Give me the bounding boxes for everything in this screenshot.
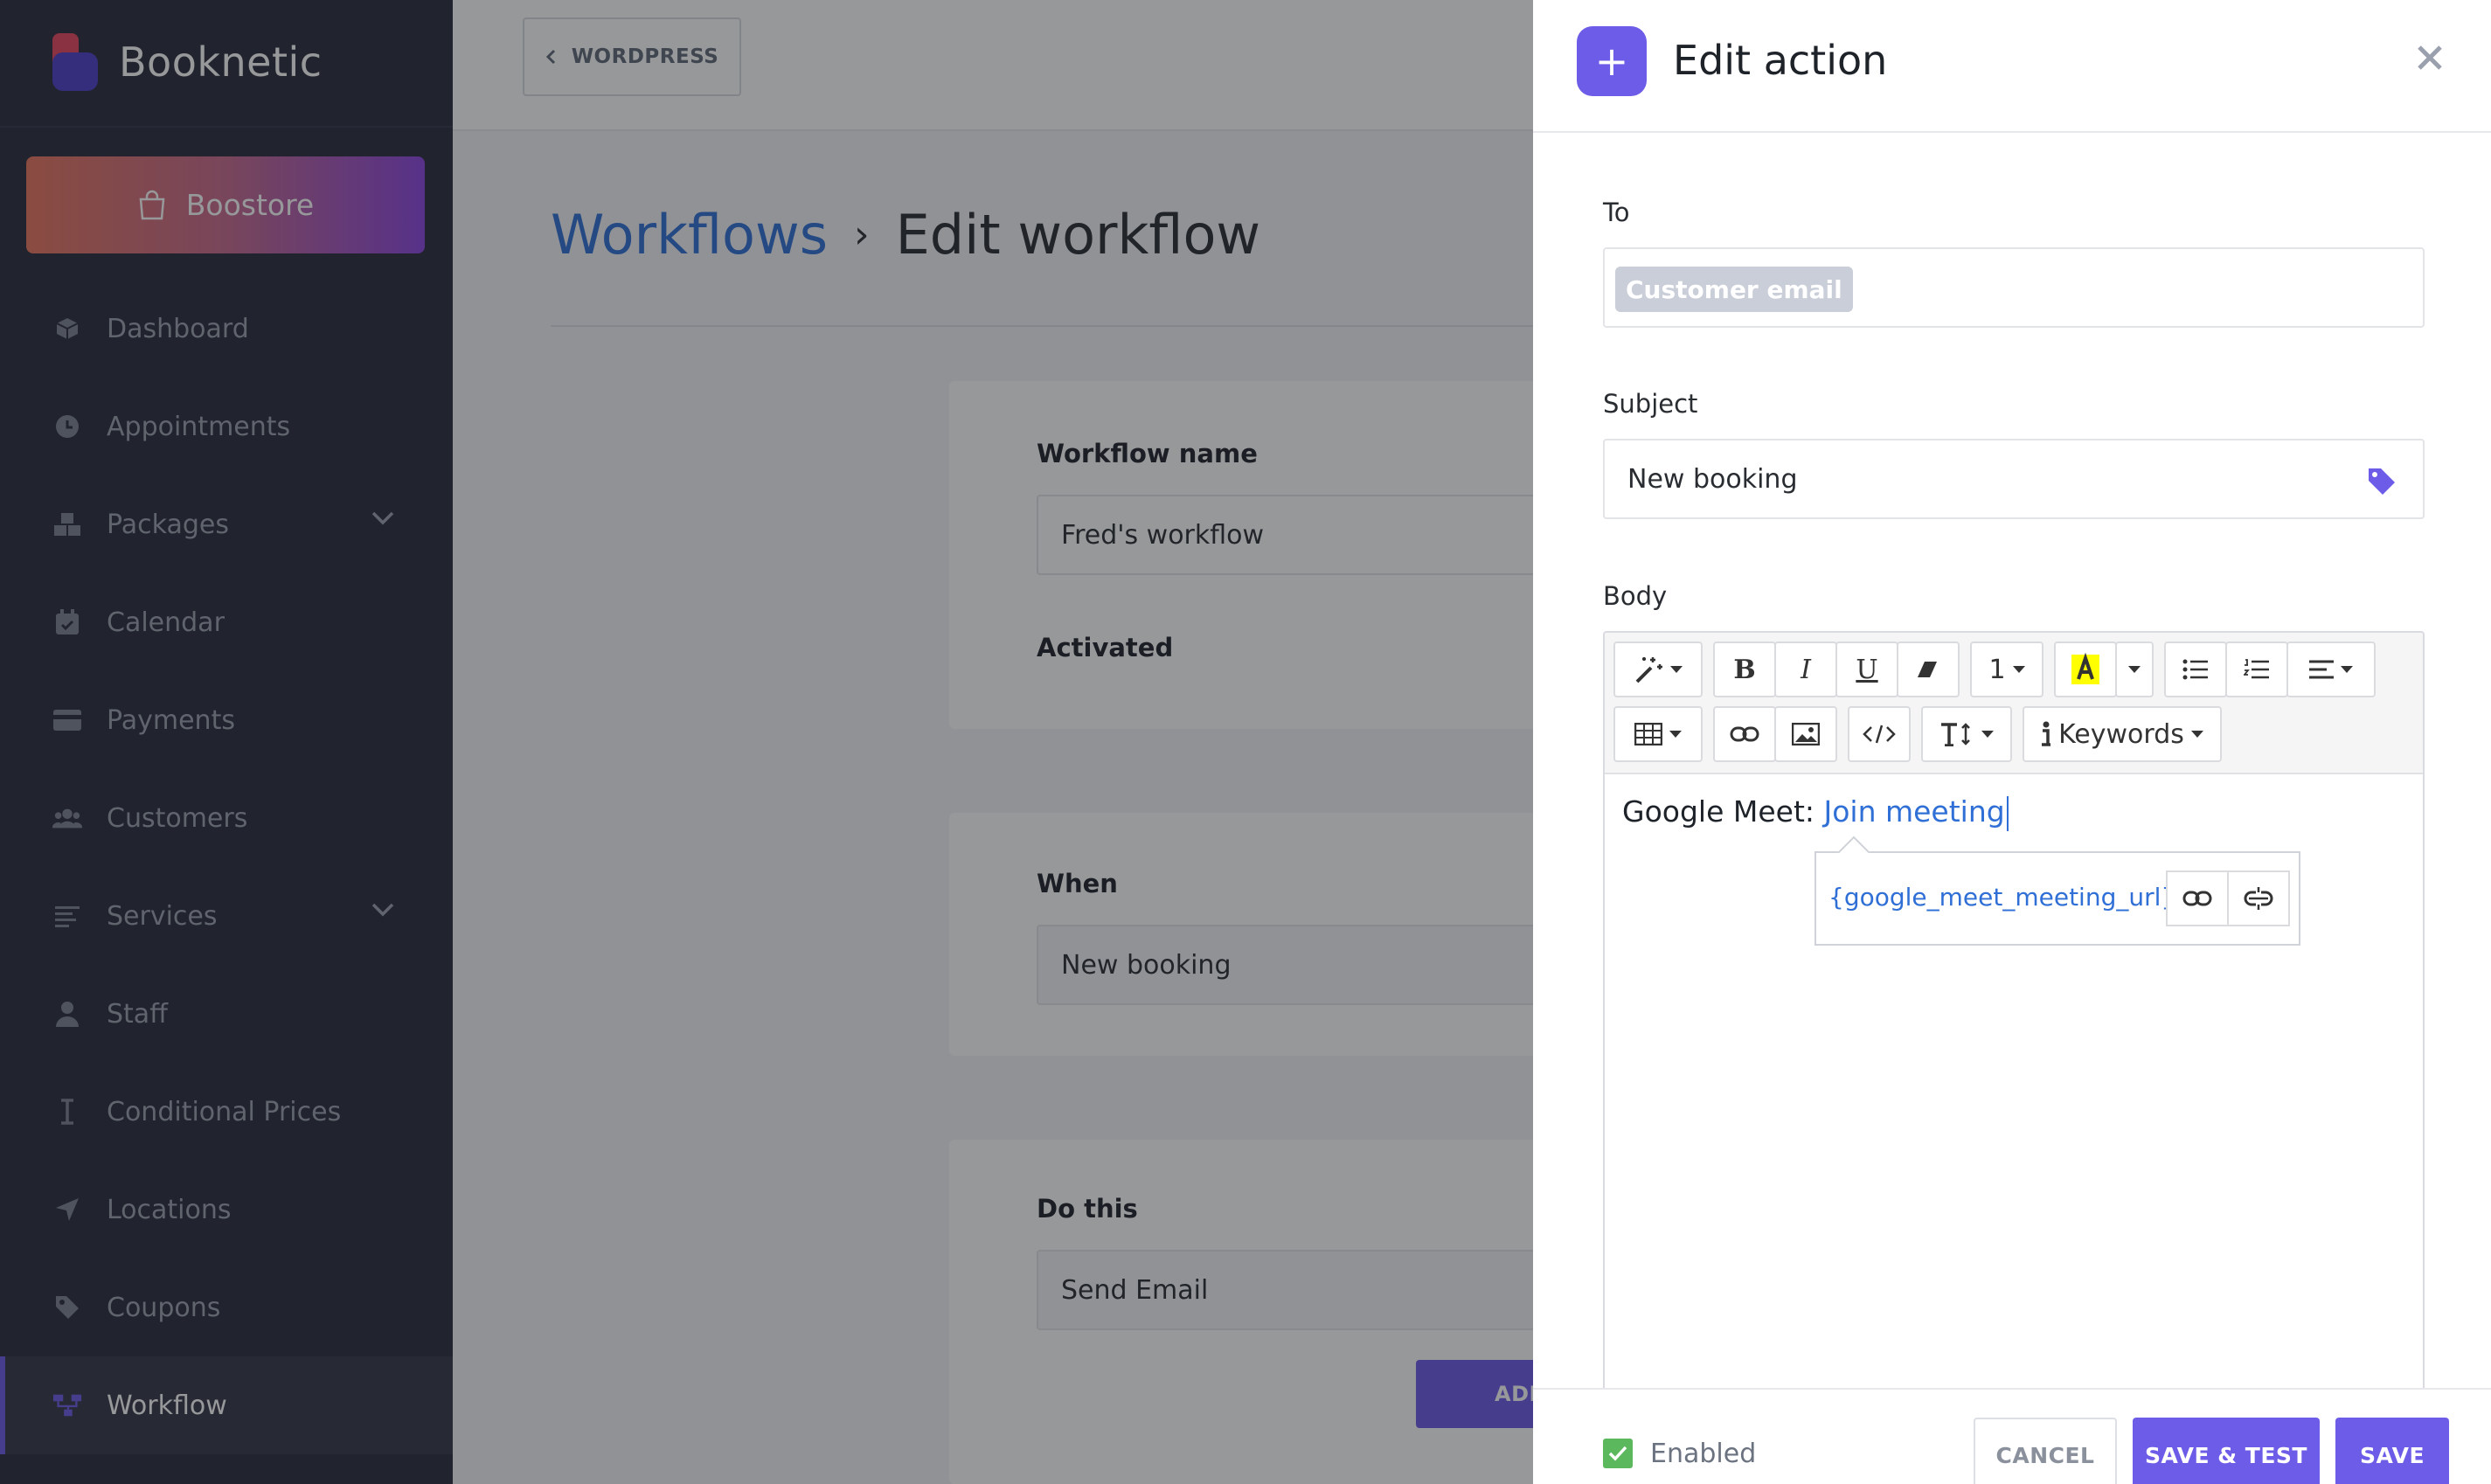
info-icon xyxy=(2042,721,2051,746)
paragraph-align-dropdown[interactable] xyxy=(2286,641,2376,697)
text-cursor xyxy=(2006,795,2009,831)
enabled-label: Enabled xyxy=(1650,1439,1757,1469)
bullet-list-button[interactable] xyxy=(2164,641,2227,697)
subject-input[interactable]: New booking xyxy=(1603,439,2425,519)
panel-header: + Edit action xyxy=(1533,0,2491,133)
enabled-checkbox[interactable] xyxy=(1603,1439,1633,1468)
unlink-button[interactable] xyxy=(2227,870,2290,926)
save-button[interactable]: SAVE xyxy=(2335,1418,2449,1484)
insert-link-button[interactable] xyxy=(1713,706,1776,762)
cancel-button[interactable]: CANCEL xyxy=(1974,1418,2117,1484)
link-url[interactable]: {google_meet_meeting_url} xyxy=(1828,883,2176,912)
panel-title: Edit action xyxy=(1673,37,1888,84)
body-text-prefix: Google Meet: xyxy=(1622,794,1824,829)
edit-action-panel: + Edit action To Customer email Subject … xyxy=(1533,0,2491,1484)
editor-toolbar: B I U 1 Keywords xyxy=(1605,633,2423,774)
code-icon xyxy=(1863,725,1896,744)
caret-down-icon xyxy=(1670,666,1683,673)
text-highlight-icon xyxy=(2071,653,2099,684)
code-view-button[interactable] xyxy=(1848,706,1911,762)
table-icon xyxy=(1634,723,1662,745)
plus-icon: + xyxy=(1577,26,1647,96)
body-rich-text-editor: B I U 1 Keywords Google Meet: Join meeti… xyxy=(1603,631,2425,1484)
modal-backdrop[interactable] xyxy=(0,0,1533,1484)
unlink-icon xyxy=(2244,887,2273,910)
underline-button[interactable]: U xyxy=(1835,641,1898,697)
body-link[interactable]: Join meeting xyxy=(1823,794,2004,829)
keywords-dropdown[interactable]: Keywords xyxy=(2023,706,2222,762)
link-popover: {google_meet_meeting_url} xyxy=(1814,851,2300,946)
style-magic-button[interactable] xyxy=(1613,641,1703,697)
subject-value: New booking xyxy=(1627,464,1798,495)
to-field[interactable]: Customer email xyxy=(1603,247,2425,328)
caret-down-icon xyxy=(2128,666,2141,673)
keywords-label: Keywords xyxy=(2058,718,2184,750)
editor-content[interactable]: Google Meet: Join meeting xyxy=(1622,794,2009,831)
caret-down-icon xyxy=(2341,666,2353,673)
eraser-icon xyxy=(1918,662,1937,677)
to-label: To xyxy=(1603,198,1630,227)
line-height-dropdown[interactable] xyxy=(1921,706,2012,762)
clear-format-button[interactable] xyxy=(1897,641,1960,697)
edit-link-button[interactable] xyxy=(2166,870,2229,926)
bold-button[interactable]: B xyxy=(1713,641,1776,697)
keyword-tag-icon[interactable] xyxy=(2367,467,2397,496)
unordered-list-icon xyxy=(2182,659,2208,680)
numbered-list-button[interactable] xyxy=(2225,641,2288,697)
italic-button[interactable]: I xyxy=(1774,641,1837,697)
link-icon xyxy=(1730,726,1759,742)
link-icon xyxy=(2182,891,2212,906)
caret-down-icon xyxy=(2190,731,2203,738)
check-icon xyxy=(1608,1446,1627,1461)
font-size-dropdown[interactable]: 1 xyxy=(1970,641,2043,697)
ordered-list-icon xyxy=(2244,659,2269,679)
font-size-value: 1 xyxy=(1988,654,2006,685)
highlight-color-dropdown[interactable] xyxy=(2115,641,2154,697)
caret-down-icon xyxy=(2012,666,2025,673)
table-button[interactable] xyxy=(1613,706,1703,762)
body-label: Body xyxy=(1603,581,1668,611)
save-and-test-button[interactable]: SAVE & TEST xyxy=(2133,1418,2320,1484)
recipient-chip[interactable]: Customer email xyxy=(1615,267,1853,312)
align-left-icon xyxy=(2309,660,2334,679)
close-icon[interactable] xyxy=(2412,40,2447,75)
insert-image-button[interactable] xyxy=(1774,706,1837,762)
text-height-icon xyxy=(1941,723,1970,746)
panel-footer: Enabled CANCEL SAVE & TEST SAVE xyxy=(1533,1388,2491,1484)
highlight-color-button[interactable] xyxy=(2054,641,2117,697)
caret-down-icon xyxy=(1981,731,1994,738)
subject-label: Subject xyxy=(1603,389,1698,419)
image-icon xyxy=(1792,723,1820,745)
magic-wand-icon xyxy=(1635,657,1662,683)
caret-down-icon xyxy=(1669,731,1682,738)
